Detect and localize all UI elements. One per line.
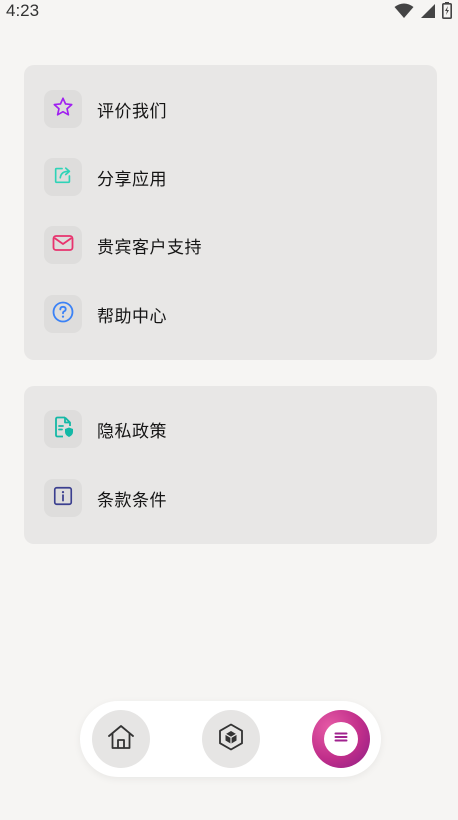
wifi-icon	[394, 3, 414, 23]
vip-support-icon-box	[44, 226, 82, 264]
terms-conditions-label: 条款条件	[97, 490, 167, 511]
signal-icon	[420, 3, 436, 23]
status-bar: 4:23	[0, 0, 458, 24]
battery-icon	[442, 2, 452, 23]
share-app-item[interactable]: 分享应用	[44, 157, 417, 197]
share-icon	[52, 164, 74, 190]
privacy-policy-label: 隐私政策	[97, 421, 167, 442]
rate-us-item[interactable]: 评价我们	[44, 89, 417, 129]
star-icon	[52, 96, 74, 122]
nav-menu-button[interactable]	[312, 710, 370, 768]
help-icon	[51, 300, 75, 328]
rate-us-label: 评价我们	[97, 101, 167, 122]
privacy-policy-icon-box	[44, 410, 82, 448]
privacy-doc-icon	[51, 415, 75, 443]
share-app-label: 分享应用	[97, 169, 167, 190]
terms-conditions-item[interactable]: 条款条件	[44, 478, 417, 518]
vip-support-label: 贵宾客户支持	[97, 237, 202, 258]
help-center-item[interactable]: 帮助中心	[44, 294, 417, 334]
help-center-label: 帮助中心	[97, 306, 167, 327]
menu-icon	[332, 728, 350, 750]
bottom-nav	[80, 701, 381, 777]
mail-icon	[51, 232, 75, 258]
info-icon	[52, 485, 74, 511]
rate-us-icon-box	[44, 90, 82, 128]
help-center-icon-box	[44, 295, 82, 333]
terms-conditions-icon-box	[44, 479, 82, 517]
settings-card-legal: 隐私政策 条款条件	[24, 386, 437, 544]
share-app-icon-box	[44, 158, 82, 196]
status-icons	[394, 2, 452, 23]
nav-cube-button[interactable]	[202, 710, 260, 768]
settings-card-main: 评价我们 分享应用 贵宾客户支持 帮助中心	[24, 65, 437, 360]
privacy-policy-item[interactable]: 隐私政策	[44, 409, 417, 449]
home-icon	[105, 721, 137, 757]
nav-home-button[interactable]	[92, 710, 150, 768]
status-time: 4:23	[6, 1, 40, 20]
cube-icon	[215, 721, 247, 757]
menu-icon-badge	[324, 722, 358, 756]
vip-support-item[interactable]: 贵宾客户支持	[44, 225, 417, 265]
